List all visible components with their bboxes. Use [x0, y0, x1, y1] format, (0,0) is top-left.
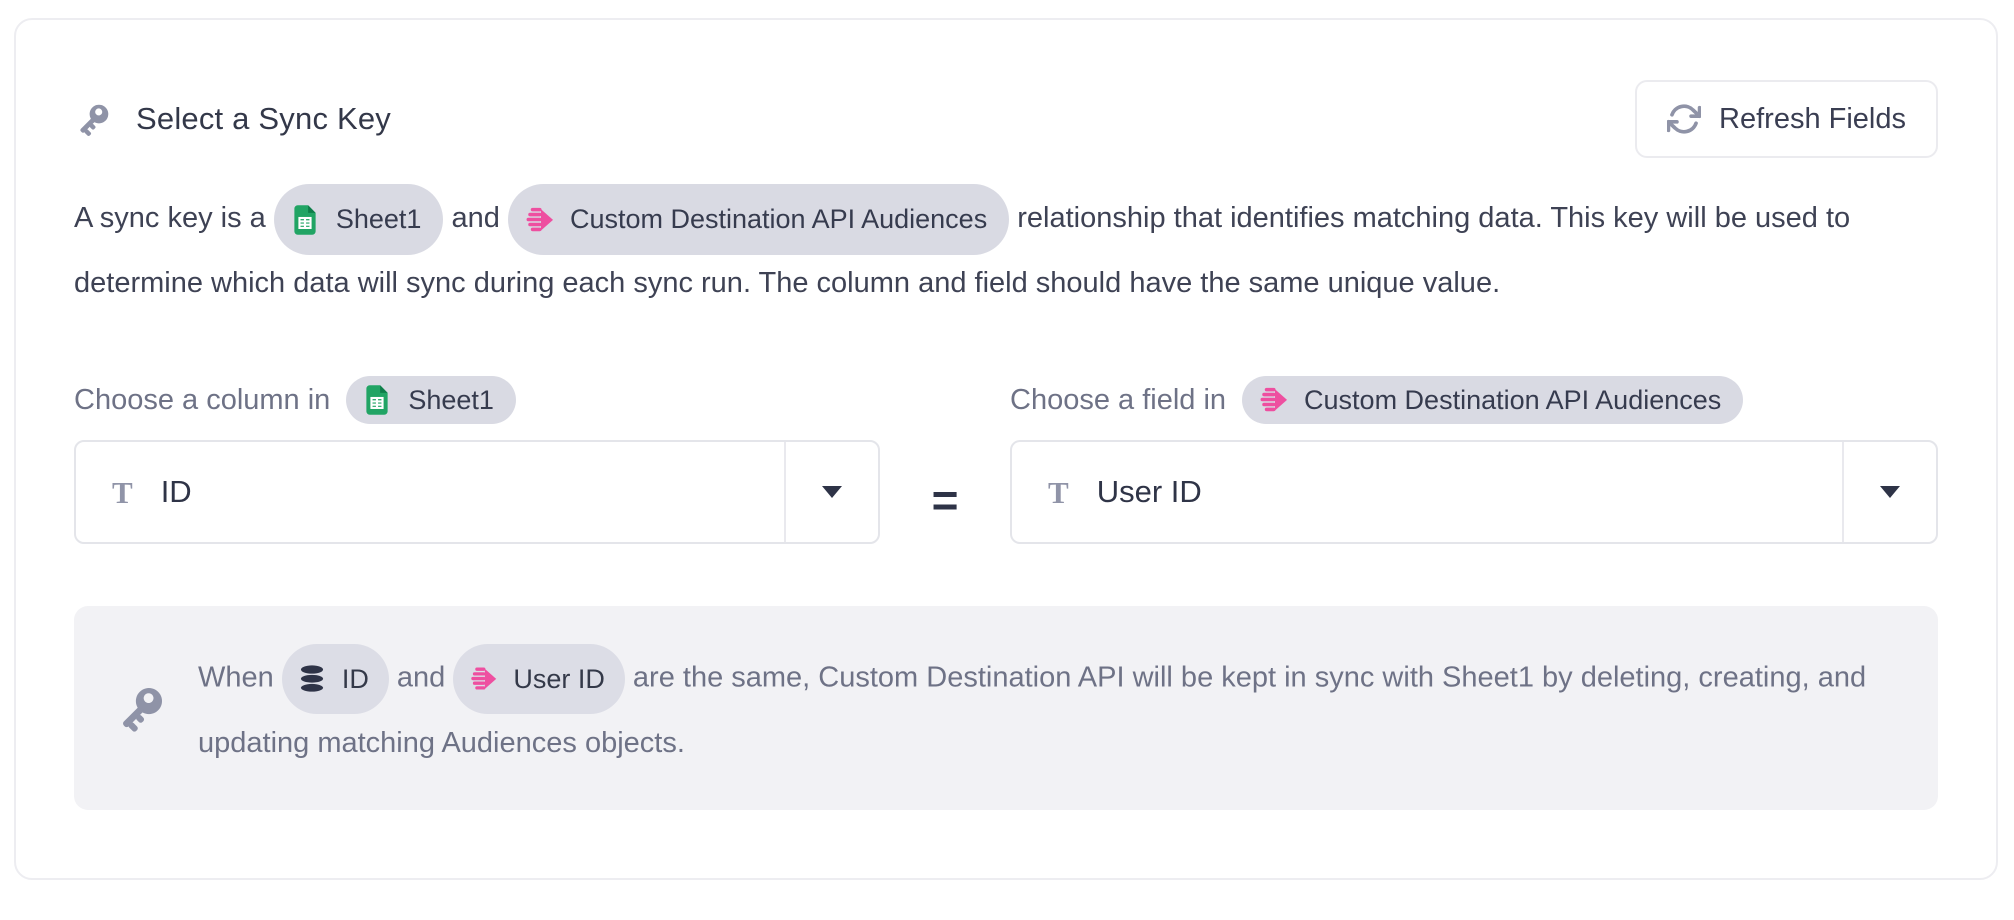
column-picker-table-badge: Sheet1 — [346, 376, 516, 424]
source-table-badge: Sheet1 — [274, 184, 444, 255]
key-icon — [114, 680, 170, 736]
card-header: Select a Sync Key Refresh Fields — [74, 20, 1938, 158]
striped-arrow-icon — [522, 203, 556, 237]
refresh-fields-button[interactable]: Refresh Fields — [1635, 80, 1938, 158]
striped-arrow-icon — [1256, 383, 1290, 417]
refresh-button-label: Refresh Fields — [1719, 103, 1906, 136]
equals-sign: = — [880, 440, 1010, 560]
page-title: Select a Sync Key — [136, 101, 391, 137]
field-picker-table-badge-label: Custom Destination API Audiences — [1304, 385, 1721, 416]
summary-column-badge-label: ID — [342, 650, 369, 708]
field-picker-label-text: Choose a field in — [1010, 384, 1226, 417]
field-select-value: User ID — [1097, 474, 1202, 510]
column-select-value: ID — [161, 474, 192, 510]
summary-field-badge: User ID — [453, 644, 625, 714]
field-select[interactable]: T User ID — [1010, 440, 1938, 544]
field-picker-label: Choose a field in Custom Destination API… — [1010, 376, 1938, 424]
field-picker: Choose a field in Custom Destination API… — [1010, 376, 1938, 544]
title-wrap: Select a Sync Key — [74, 99, 391, 139]
column-picker: Choose a column in Sheet1 T ID — [74, 376, 880, 544]
column-picker-table-badge-label: Sheet1 — [408, 385, 494, 416]
field-select-value-area: T User ID — [1012, 442, 1842, 542]
description-conjunction: and — [452, 202, 500, 234]
source-table-badge-label: Sheet1 — [336, 191, 422, 248]
sync-summary-text: When ID and User ID are the same, Custom… — [198, 644, 1898, 772]
sync-summary-panel: When ID and User ID are the same, Custom… — [74, 606, 1938, 810]
database-icon — [296, 663, 328, 695]
destination-table-badge: Custom Destination API Audiences — [508, 184, 1009, 255]
caret-down-icon — [822, 486, 842, 498]
text-type-icon: T — [1048, 477, 1069, 508]
column-picker-label: Choose a column in Sheet1 — [74, 376, 880, 424]
column-select[interactable]: T ID — [74, 440, 880, 544]
destination-table-badge-label: Custom Destination API Audiences — [570, 191, 987, 248]
spreadsheet-icon — [288, 203, 322, 237]
caret-down-icon — [1880, 486, 1900, 498]
summary-text-end: are the same, Custom Destination API wil… — [198, 662, 1866, 759]
text-type-icon: T — [112, 477, 133, 508]
column-select-caret-button[interactable] — [784, 442, 878, 542]
spreadsheet-icon — [360, 383, 394, 417]
key-icon — [74, 99, 114, 139]
summary-column-badge: ID — [282, 644, 389, 714]
refresh-icon — [1667, 102, 1701, 136]
description-text-start: A sync key is a — [74, 202, 266, 234]
field-picker-table-badge: Custom Destination API Audiences — [1242, 376, 1743, 424]
sync-key-card: Select a Sync Key Refresh Fields A sync … — [14, 18, 1998, 880]
field-select-caret-button[interactable] — [1842, 442, 1936, 542]
sync-key-pickers: Choose a column in Sheet1 T ID = Choose … — [74, 376, 1938, 560]
column-select-value-area: T ID — [76, 442, 784, 542]
summary-text-start: When — [198, 662, 274, 694]
striped-arrow-icon — [467, 663, 499, 695]
column-picker-label-text: Choose a column in — [74, 384, 330, 417]
sync-key-description: A sync key is a Sheet1 and Custom Destin… — [74, 184, 1938, 312]
summary-field-badge-label: User ID — [513, 650, 605, 708]
summary-conjunction: and — [397, 662, 445, 694]
